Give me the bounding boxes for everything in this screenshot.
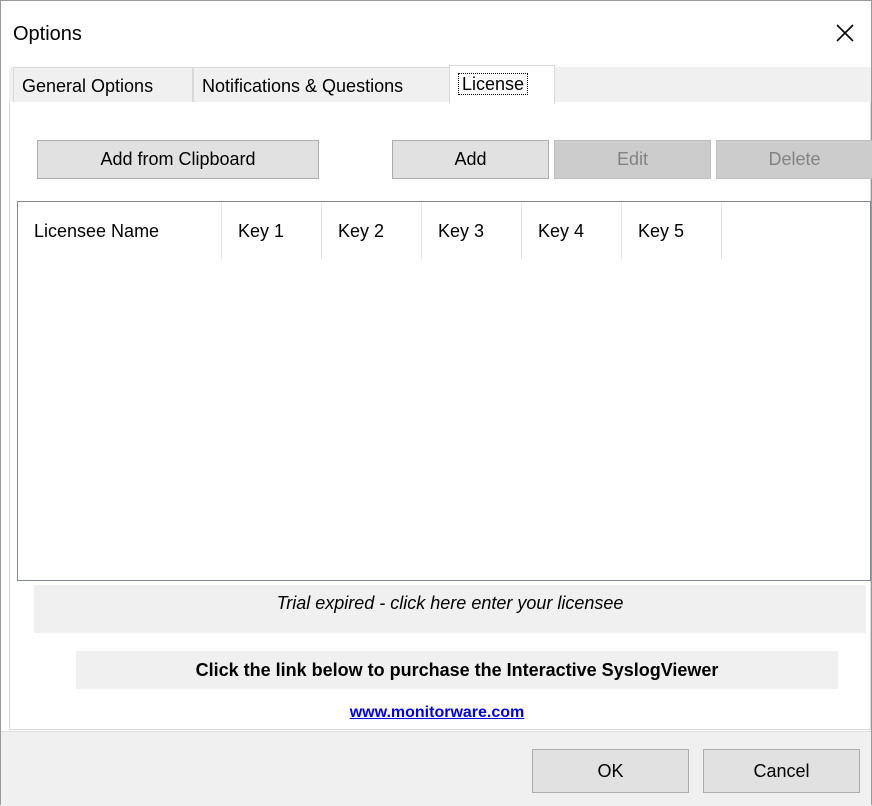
- trial-expired-banner[interactable]: Trial expired - click here enter your li…: [34, 585, 866, 633]
- monitorware-link[interactable]: www.monitorware.com: [350, 704, 525, 721]
- tab-label: Notifications & Questions: [202, 76, 404, 96]
- column-header-licensee-name[interactable]: Licensee Name: [18, 202, 222, 260]
- ok-button[interactable]: OK: [532, 749, 689, 793]
- tab-license[interactable]: License: [449, 65, 555, 104]
- edit-button: Edit: [554, 140, 711, 179]
- column-header-key-4[interactable]: Key 4: [522, 202, 622, 260]
- column-header-key-3[interactable]: Key 3: [422, 202, 522, 260]
- tab-notifications-questions[interactable]: Notifications & Questions: [193, 67, 451, 103]
- tab-label: General Options: [22, 76, 154, 96]
- tab-strip: General Options Notifications & Question…: [9, 65, 871, 104]
- purchase-message: Click the link below to purchase the Int…: [76, 651, 838, 689]
- title-bar: Options: [1, 1, 871, 67]
- close-icon: [836, 24, 854, 42]
- add-from-clipboard-button[interactable]: Add from Clipboard: [37, 140, 319, 179]
- license-list[interactable]: Licensee Name Key 1 Key 2 Key 3 Key 4 Ke…: [17, 201, 871, 581]
- options-dialog: Options General Options Notifications & …: [0, 0, 872, 806]
- tab-label: License: [458, 73, 529, 95]
- add-button[interactable]: Add: [392, 140, 549, 179]
- column-header-key-1[interactable]: Key 1: [222, 202, 322, 260]
- purchase-link-row: www.monitorware.com: [1, 701, 872, 725]
- column-header-key-5[interactable]: Key 5: [622, 202, 722, 260]
- tab-general-options[interactable]: General Options: [13, 67, 193, 103]
- dialog-footer: OK Cancel: [1, 731, 871, 806]
- cancel-button[interactable]: Cancel: [703, 749, 860, 793]
- window-title: Options: [13, 23, 82, 45]
- delete-button: Delete: [716, 140, 872, 179]
- close-button[interactable]: [823, 11, 867, 55]
- column-header-key-2[interactable]: Key 2: [322, 202, 422, 260]
